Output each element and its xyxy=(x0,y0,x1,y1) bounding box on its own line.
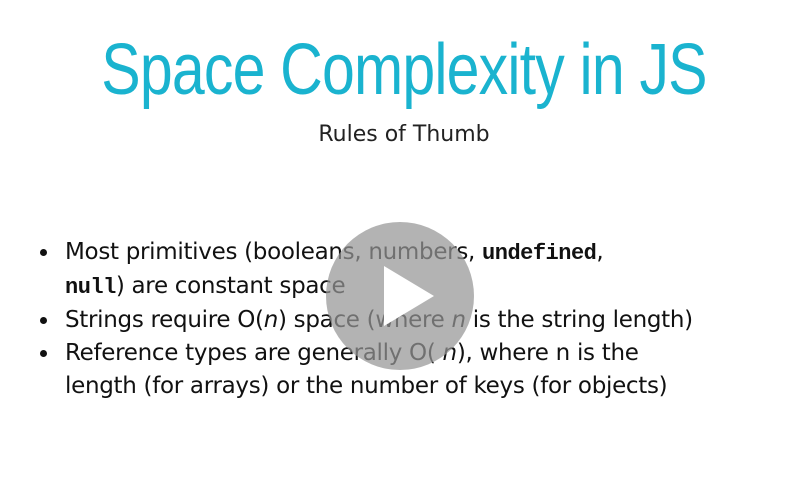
bullet-dot xyxy=(40,350,47,357)
bullet-text: , xyxy=(596,239,604,265)
play-button[interactable] xyxy=(326,222,474,370)
bullet-text: Strings require O( xyxy=(65,307,264,333)
bullet-dot xyxy=(40,249,47,256)
slide-title: Space Complexity in JS xyxy=(101,30,707,110)
slide: Space Complexity in JS Rules of Thumb Mo… xyxy=(0,0,808,491)
bullet-text: length (for arrays) or the number of key… xyxy=(65,373,668,399)
bullet-text: is the string length) xyxy=(465,307,693,333)
bullet-text: ), where n is the xyxy=(456,340,639,366)
slide-subtitle: Rules of Thumb xyxy=(318,122,490,147)
play-icon xyxy=(384,266,434,326)
code-undefined: undefined xyxy=(482,241,597,266)
variable-n: n xyxy=(263,307,279,333)
bullet-dot xyxy=(40,317,47,324)
bullet-text: ) are constant space xyxy=(115,273,346,299)
code-null: null xyxy=(65,275,116,300)
